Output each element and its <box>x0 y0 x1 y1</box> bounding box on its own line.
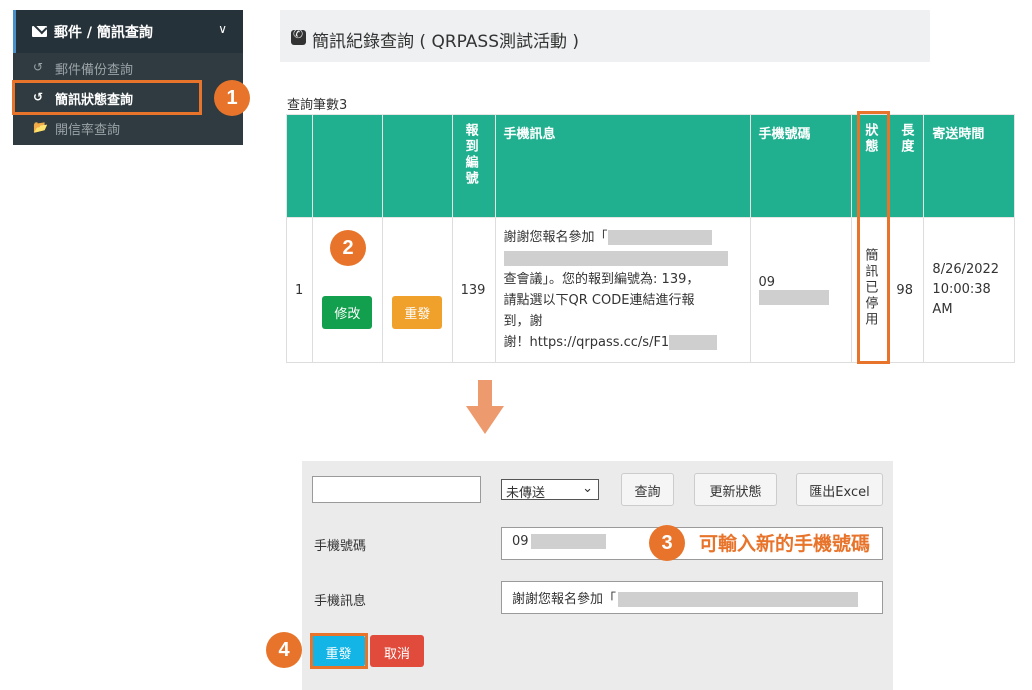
phone-hint-text: 可輸入新的手機號碼 <box>699 533 871 555</box>
history-icon: ↺ <box>33 60 44 74</box>
cancel-button[interactable]: 取消 <box>370 635 424 667</box>
message-field[interactable]: 謝謝您報名參加「 <box>501 581 883 614</box>
sidebar-item-mail-backup[interactable]: ↺ 郵件備份查詢 <box>13 55 243 81</box>
column-header-message: 手機訊息 <box>494 114 751 218</box>
sidebar-item-label: 郵件備份查詢 <box>55 63 134 78</box>
sidebar-item-open-rate[interactable]: 📂 開信率查詢 <box>13 115 243 141</box>
page-title-bar: 簡訊紀錄查詢 ( QRPASS測試活動 ) <box>280 10 930 62</box>
folder-open-icon: 📂 <box>33 120 48 134</box>
column-header-length: 長度 <box>887 114 925 218</box>
down-arrow-head <box>466 406 504 434</box>
message-field-label: 手機訊息 <box>314 594 367 609</box>
status-select[interactable]: 未傳送 ⌄ <box>501 479 599 501</box>
highlight-box <box>12 80 202 115</box>
length-cell: 98 <box>887 217 925 363</box>
down-arrow-icon <box>478 380 492 408</box>
query-button[interactable]: 查詢 <box>621 473 674 506</box>
step-badge-4: 4 <box>266 632 302 668</box>
redacted-text <box>530 534 606 549</box>
column-header <box>286 114 313 218</box>
status-highlight-box <box>857 111 890 364</box>
step-badge-2: 2 <box>330 230 366 266</box>
page-title: 簡訊紀錄查詢 ( QRPASS測試活動 ) <box>312 32 580 52</box>
table-header-row: 報到編號 手機訊息 手機號碼 狀態 長度 寄送時間 <box>286 114 1015 218</box>
column-header <box>381 114 453 218</box>
chevron-down-icon: ⌄ <box>582 481 593 496</box>
row-index: 1 <box>286 217 313 363</box>
redacted-text <box>607 230 712 245</box>
sent-time-cell: 8/26/2022 10:00:38 AM <box>923 217 1015 363</box>
results-table: 報到編號 手機訊息 手機號碼 狀態 長度 寄送時間 1 修改 重發 139 謝謝… <box>286 114 1015 363</box>
sidebar-item-label: 開信率查詢 <box>55 123 121 138</box>
phone-icon <box>291 27 306 45</box>
update-status-button[interactable]: 更新狀態 <box>694 473 777 506</box>
edit-button[interactable]: 修改 <box>322 295 373 329</box>
result-count: 查詢筆數3 <box>287 98 348 113</box>
resend-highlight-box <box>310 633 368 669</box>
column-header <box>311 114 383 218</box>
column-header-checkin-no: 報到編號 <box>451 114 496 218</box>
envelope-icon <box>32 26 47 37</box>
step-badge-3: 3 <box>649 525 685 561</box>
export-excel-button[interactable]: 匯出Excel <box>796 473 883 506</box>
column-header-phone: 手機號碼 <box>749 114 853 218</box>
step-badge-1: 1 <box>214 80 250 116</box>
checkin-number: 139 <box>451 217 496 363</box>
column-header-sent-time: 寄送時間 <box>923 114 1015 218</box>
phone-cell: 09 <box>749 217 853 363</box>
sidebar: 郵件 / 簡訊查詢 ∨ ↺ 郵件備份查詢 ↺ 簡訊狀態查詢 📂 開信率查詢 <box>13 10 243 145</box>
edit-panel: 未傳送 ⌄ 查詢 更新狀態 匯出Excel 手機號碼 09 手機訊息 謝謝您報名… <box>302 461 893 690</box>
redacted-text <box>669 335 718 350</box>
sidebar-header[interactable]: 郵件 / 簡訊查詢 ∨ <box>13 10 243 53</box>
message-cell: 謝謝您報名參加「 查會議」。您的報到編號為: 139， 請點選以下QR CODE… <box>494 217 751 363</box>
resend-button[interactable]: 重發 <box>392 295 443 329</box>
search-input[interactable] <box>312 476 481 503</box>
table-row: 1 修改 重發 139 謝謝您報名參加「 查會議」。您的報到編號為: 139， … <box>286 217 1015 363</box>
redacted-text <box>758 290 829 305</box>
chevron-down-icon: ∨ <box>218 22 227 36</box>
redacted-text <box>618 592 859 607</box>
redacted-text <box>503 251 728 266</box>
sidebar-header-label: 郵件 / 簡訊查詢 <box>54 25 153 41</box>
phone-field-label: 手機號碼 <box>314 539 367 554</box>
